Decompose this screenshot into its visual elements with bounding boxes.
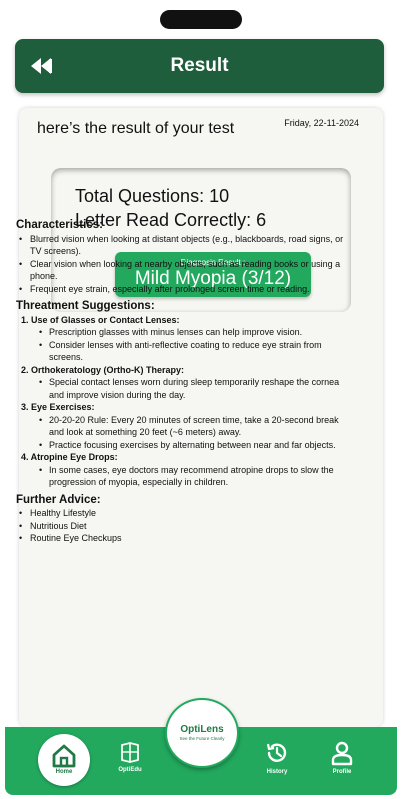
nav-history-label: History [266,769,288,775]
user-profile-icon [331,741,353,766]
advice-title: Further Advice: [16,493,101,506]
nav-home-label: Home [55,769,73,775]
result-date: Friday, 22-11-2024 [284,118,359,128]
treatment-item-title: 2. Orthokeratology (Ortho-K) Therapy: [21,364,185,375]
list-item: Nutritious Diet [16,520,346,533]
list-item: Prescription glasses with minus lenses c… [37,326,346,339]
optilens-logo-button[interactable]: OptiLens See the Future Clearly [165,698,239,768]
nav-home-button[interactable] [38,734,90,786]
list-item: Consider lenses with anti-reflective coa… [37,339,346,364]
list-item: Practice focusing exercises by alternati… [37,439,346,452]
characteristics-list: Blurred vision when looking at distant o… [16,233,346,296]
back-arrow-icon[interactable] [29,54,55,78]
home-icon [52,744,76,768]
treatment-item-title: 1. Use of Glasses or Contact Lenses: [21,314,180,325]
list-item: Frequent eye strain, especially after pr… [16,283,346,296]
advice-list: Healthy Lifestyle Nutritious Diet Routin… [16,507,346,545]
result-intro-text: here’s the result of your test [37,120,235,137]
logo-name: OptiLens [180,724,224,735]
list-item: Special contact lenses worn during sleep… [37,376,346,401]
treatment-points: Prescription glasses with minus lenses c… [37,326,346,364]
phone-screen: Result here’s the result of your test Fr… [0,0,402,799]
list-item: In some cases, eye doctors may recommend… [37,464,346,489]
list-item: Routine Eye Checkups [16,532,346,545]
nav-profile-button[interactable]: Profile [312,727,372,795]
page-title: Result [170,55,229,76]
list-item: Clear vision when looking at nearby obje… [16,258,346,283]
treatment-item: 2. Orthokeratology (Ortho-K) Therapy: Sp… [21,364,346,402]
total-questions: Total Questions: 10 [75,186,230,206]
treatment-item: 4. Atropine Eye Drops: In some cases, ey… [21,451,346,489]
list-item: Healthy Lifestyle [16,507,346,520]
header-bar: Result [15,39,384,93]
treatment-item: 3. Eye Exercises: 20-20-20 Rule: Every 2… [21,401,346,451]
treatment-points: In some cases, eye doctors may recommend… [37,464,346,489]
treatment-points: Special contact lenses worn during sleep… [37,376,346,401]
nav-profile-label: Profile [332,769,352,775]
treatment-item: 1. Use of Glasses or Contact Lenses: Pre… [21,314,346,364]
treatment-title: Threatment Suggestions: [16,300,155,312]
nav-optiedu-button[interactable]: OptiEdu [100,727,160,795]
treatment-points: 20-20-20 Rule: Every 20 minutes of scree… [37,414,346,452]
list-item: Blurred vision when looking at distant o… [16,233,346,258]
nav-optiedu-label: OptiEdu [118,767,142,773]
camera-notch [160,10,242,29]
nav-history-button[interactable]: History [247,727,307,795]
treatment-item-title: 3. Eye Exercises: [21,402,95,412]
book-icon [121,742,139,763]
list-item: 20-20-20 Rule: Every 20 minutes of scree… [37,414,346,439]
characteristics-title: Characteristics: [16,219,103,231]
treatment-item-title: 4. Atropine Eye Drops: [21,452,118,462]
result-details: Characteristics: Blurred vision when loo… [16,216,346,545]
history-clock-icon [266,743,287,762]
logo-tagline: See the Future Clearly [179,736,225,741]
